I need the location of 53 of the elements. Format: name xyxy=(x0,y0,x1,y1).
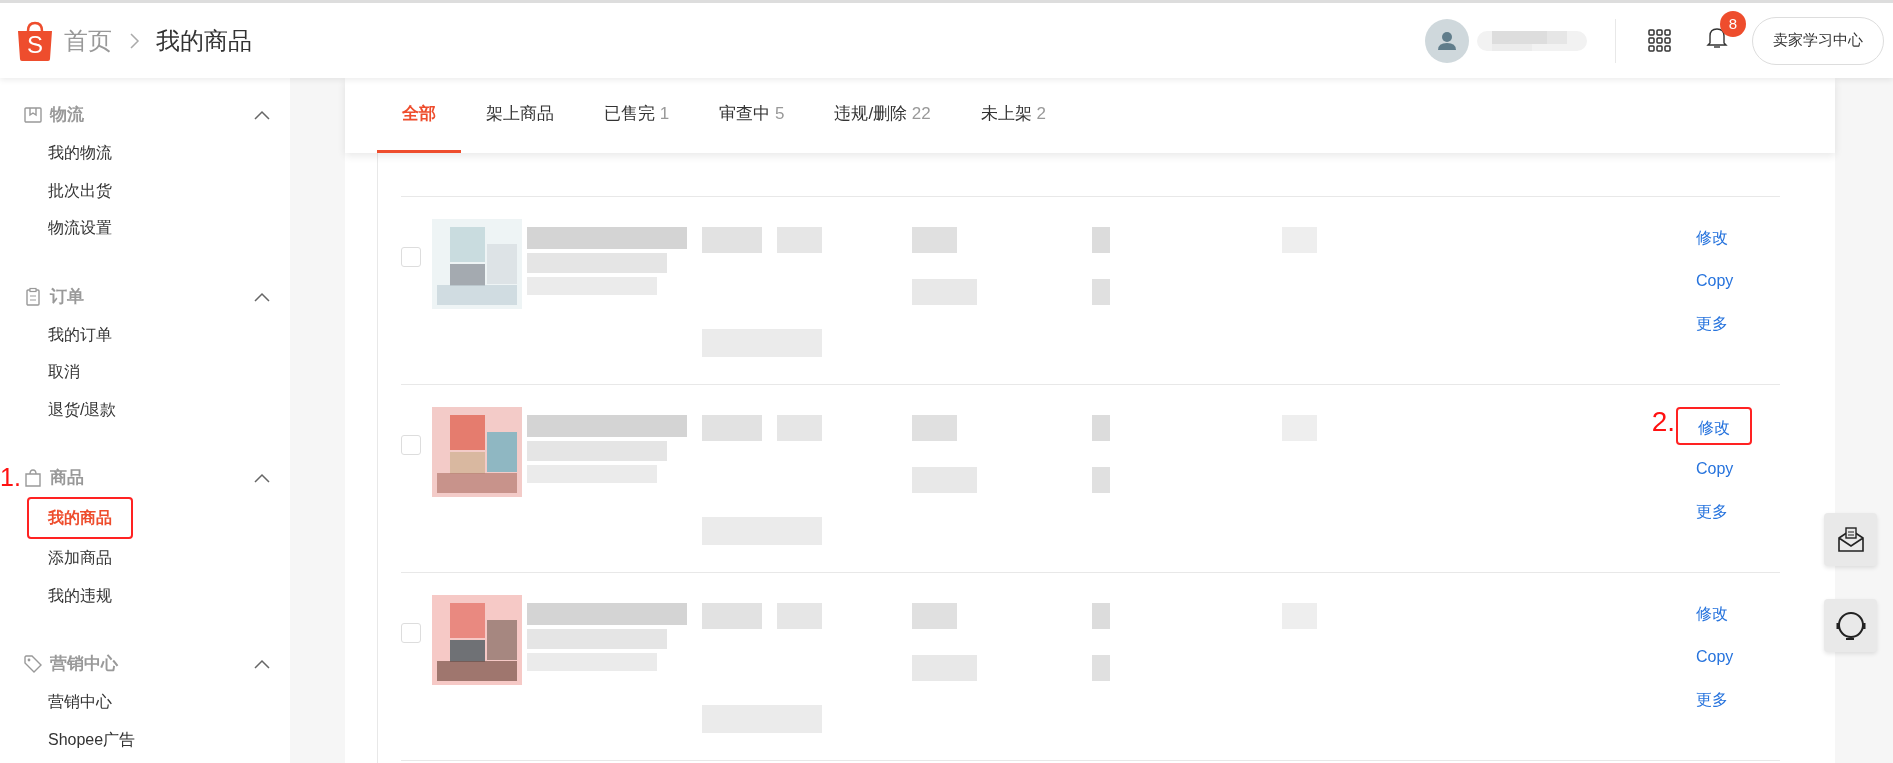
sidebar-item[interactable]: Shopee广告 xyxy=(0,720,290,758)
chevron-up-icon[interactable] xyxy=(254,659,270,669)
annotation-number: 1. xyxy=(0,465,21,490)
chevron-up-icon[interactable] xyxy=(254,291,270,302)
section-title: 商品 xyxy=(50,467,84,490)
tab[interactable]: 未上架 2 xyxy=(955,78,1071,153)
sidebar-item[interactable]: 我的订单 xyxy=(0,315,290,353)
action-link[interactable]: 修改 xyxy=(1676,219,1748,257)
sidebar-item[interactable]: 添加商品 xyxy=(0,539,290,577)
tab[interactable]: 架上商品 xyxy=(461,78,579,153)
section-title: 物流 xyxy=(50,104,84,127)
sidebar-item[interactable]: 营销中心 xyxy=(0,683,290,721)
sidebar-item[interactable]: 我的违规 xyxy=(0,576,290,614)
checkbox[interactable] xyxy=(401,623,421,643)
mail-icon xyxy=(1836,526,1865,553)
box-icon xyxy=(23,105,43,125)
chevron-up-icon[interactable] xyxy=(254,110,270,120)
sidebar-item[interactable]: 退货/退款 xyxy=(0,390,290,428)
action-link[interactable]: Copy xyxy=(1676,262,1754,300)
action-link[interactable]: 修改 xyxy=(1676,407,1752,445)
tab[interactable]: 全部 xyxy=(377,78,461,153)
clipboard-icon xyxy=(23,286,43,307)
action-link[interactable]: 修改 xyxy=(1676,595,1748,633)
sidebar-item[interactable]: 批次出货 xyxy=(0,171,290,209)
avatar[interactable] xyxy=(1425,18,1469,63)
annotation-number: 2. xyxy=(1651,408,1675,436)
chat-button[interactable] xyxy=(1824,513,1877,566)
apps-grid-icon[interactable] xyxy=(1648,28,1672,53)
chevron-up-icon[interactable] xyxy=(254,473,270,483)
sidebar-item[interactable]: 我的物流 xyxy=(0,134,290,172)
learning-center-button[interactable]: 卖家学习中心 xyxy=(1752,16,1884,65)
tab[interactable]: 违规/删除 22 xyxy=(809,78,956,153)
action-link[interactable]: 更多 xyxy=(1676,305,1748,343)
tab[interactable]: 已售完 1 xyxy=(579,78,695,153)
action-link[interactable]: Copy xyxy=(1676,450,1754,488)
bag-icon xyxy=(23,468,43,488)
section-title: 营销中心 xyxy=(50,653,118,676)
bell-icon[interactable] xyxy=(1706,25,1728,49)
notification-badge: 8 xyxy=(1720,11,1746,37)
sidebar-item[interactable]: 物流设置 xyxy=(0,209,290,247)
support-button[interactable] xyxy=(1824,599,1877,652)
sidebar-item[interactable]: 我的商品 xyxy=(27,497,133,539)
action-link[interactable]: Copy xyxy=(1676,638,1754,676)
action-link[interactable]: 更多 xyxy=(1676,681,1748,719)
action-link[interactable]: 更多 xyxy=(1676,493,1748,531)
tag-icon xyxy=(23,654,43,674)
checkbox[interactable] xyxy=(401,247,421,267)
chevron-right-icon xyxy=(128,31,140,50)
sidebar-item[interactable]: 取消 xyxy=(0,353,290,391)
page-title: 我的商品 xyxy=(156,25,252,56)
tab[interactable]: 审查中 5 xyxy=(694,78,810,153)
section-title: 订单 xyxy=(50,285,84,308)
checkbox[interactable] xyxy=(401,435,421,455)
